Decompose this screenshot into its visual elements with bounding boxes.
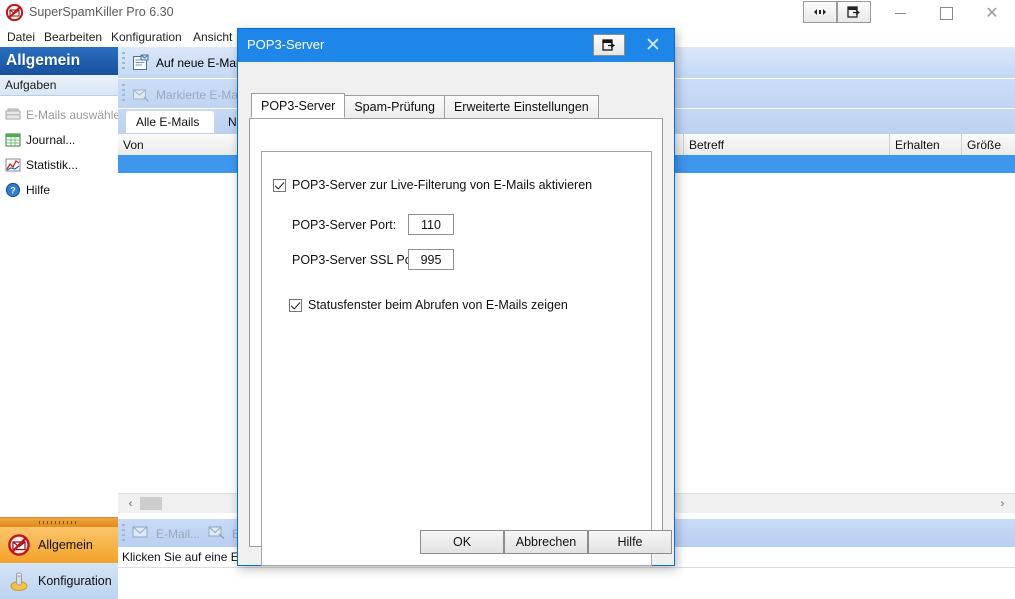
enable-pop3-checkbox[interactable] — [273, 178, 286, 192]
sidebar-nav-allgemein[interactable]: Allgemein — [0, 527, 118, 563]
column-header-groesse[interactable]: Größe — [962, 134, 1015, 155]
help-button[interactable]: Hilfe — [588, 530, 672, 554]
tab-erweiterte-einstellungen[interactable]: Erweiterte Einstellungen — [443, 95, 599, 118]
pop3-port-label: POP3-Server Port: — [292, 217, 397, 232]
dialog-title: POP3-Server — [247, 37, 325, 52]
sidebar-item-label: E-Mails auswähle... — [26, 107, 131, 122]
sidebar-item-label: Statistik... — [26, 157, 79, 172]
toolbar-button-marked-mails[interactable]: Markierte E-Mails — [132, 84, 249, 105]
restore-window-icon[interactable] — [837, 1, 871, 23]
pop3-port-field-row: POP3-Server Port: 110 — [292, 214, 454, 235]
tab-label: Spam-Prüfung — [354, 100, 435, 114]
status-window-checkbox-row[interactable]: Statusfenster beim Abrufen von E-Mails z… — [289, 298, 568, 312]
pop3-ssl-port-field-row: POP3-Server SSL Port: 995 — [292, 249, 454, 270]
column-label: Betreff — [689, 137, 725, 152]
sidebar-header: Allgemein — [0, 47, 118, 75]
close-icon[interactable]: ✕ — [969, 0, 1015, 26]
mail-icon — [132, 525, 150, 543]
pop3-ssl-port-input[interactable]: 995 — [408, 249, 454, 270]
menu-ansicht[interactable]: Ansicht — [190, 29, 235, 45]
statistics-icon — [5, 157, 21, 173]
sidebar-nav-label: Konfiguration — [38, 574, 112, 588]
pop3-ssl-port-label: POP3-Server SSL Port: — [292, 252, 423, 267]
tab-pop3-server[interactable]: POP3-Server — [251, 93, 346, 118]
resize-horizontal-icon[interactable] — [803, 1, 837, 23]
sidebar-item-select-mails[interactable]: E-Mails auswähle... — [0, 102, 130, 127]
help-icon: ? — [5, 182, 21, 198]
toolbar-button-label: Auf neue E-Mails — [156, 55, 248, 70]
chevron-right-icon[interactable]: › — [994, 494, 1011, 513]
enable-pop3-label: POP3-Server zur Live-Filterung von E-Mai… — [292, 178, 593, 192]
dialog-body: POP3-Server Spam-Prüfung Erweiterte Eins… — [238, 62, 674, 566]
pop3-server-dialog: POP3-Server ✕ POP3-Server Spam-Prüfung E… — [237, 28, 675, 566]
pop3-port-input[interactable]: 110 — [408, 214, 454, 235]
scrollbar-thumb[interactable] — [140, 497, 162, 510]
sidebar-item-label: Hilfe — [26, 182, 51, 197]
column-header-erhalten[interactable]: Erhalten — [890, 134, 962, 155]
preview-pane — [118, 567, 1015, 599]
check-new-mail-icon — [132, 54, 150, 72]
dialog-tabstrip: POP3-Server Spam-Prüfung Erweiterte Eins… — [251, 93, 599, 118]
sidebar-subheader: Aufgaben — [0, 75, 118, 96]
application-window: SuperSpamKiller Pro 6.30 ✕ Datei Bearbei… — [0, 0, 1015, 599]
restore-window-icon[interactable] — [593, 34, 625, 56]
journal-icon — [5, 132, 21, 148]
menu-datei[interactable]: Datei — [4, 29, 38, 45]
window-titlebar: SuperSpamKiller Pro 6.30 ✕ — [0, 0, 1015, 27]
svg-text:?: ? — [10, 185, 16, 195]
enable-pop3-checkbox-row[interactable]: POP3-Server zur Live-Filterung von E-Mai… — [273, 178, 592, 192]
toolbar-grip[interactable] — [122, 52, 125, 72]
dialog-titlebar: POP3-Server ✕ — [238, 29, 674, 62]
column-label: Erhalten — [895, 137, 940, 152]
marked-mail-icon — [132, 86, 150, 104]
tab-alle-emails[interactable]: Alle E-Mails — [126, 111, 214, 133]
button-label: Hilfe — [617, 535, 643, 549]
no-mail-icon — [6, 4, 23, 21]
toolbar-button-label: E-Mail... — [156, 526, 201, 541]
sidebar-nav-label: Allgemein — [38, 538, 93, 552]
ok-button[interactable]: OK — [420, 530, 504, 554]
toolbar-grip[interactable] — [122, 84, 125, 104]
cancel-button[interactable]: Abbrechen — [504, 530, 588, 554]
sidebar-task-list: E-Mails auswähle... Journal... Statistik… — [0, 102, 130, 202]
no-mail-icon — [8, 534, 30, 556]
menu-bearbeiten[interactable]: Bearbeiten — [41, 29, 105, 45]
sidebar-item-label: Journal... — [26, 132, 76, 147]
sidebar-item-help[interactable]: ? Hilfe — [0, 177, 118, 202]
select-mails-icon — [5, 107, 21, 123]
status-window-label: Statusfenster beim Abrufen von E-Mails z… — [308, 298, 568, 312]
dialog-tab-page: POP3-Server zur Live-Filterung von E-Mai… — [249, 118, 663, 566]
mail-wand-icon — [208, 525, 226, 543]
column-label: Größe — [967, 137, 1002, 152]
column-header-betreff[interactable]: Betreff — [684, 134, 890, 155]
toolbar-button-check-new-mail[interactable]: Auf neue E-Mails — [132, 52, 247, 73]
toolbar-grip[interactable] — [122, 524, 125, 544]
tab-label: POP3-Server — [261, 98, 336, 113]
sidebar-item-statistics[interactable]: Statistik... — [0, 152, 118, 177]
window-title: SuperSpamKiller Pro 6.30 — [29, 5, 174, 19]
maximize-icon[interactable] — [923, 0, 969, 26]
minimize-icon[interactable] — [877, 0, 923, 26]
sidebar-item-journal[interactable]: Journal... — [0, 127, 118, 152]
close-icon[interactable]: ✕ — [640, 33, 666, 57]
chevron-left-icon[interactable]: ‹ — [122, 494, 139, 513]
tab-label: Alle E-Mails — [136, 115, 200, 129]
column-label: Von — [123, 137, 144, 152]
sidebar-nav-konfiguration[interactable]: Konfiguration — [0, 563, 118, 599]
status-window-checkbox[interactable] — [289, 298, 302, 312]
sidebar-nav: Allgemein Konfiguration — [0, 517, 118, 599]
toolbar-button-label: Markierte E-Mails — [156, 87, 250, 102]
sidebar-splitter-grip[interactable] — [0, 517, 118, 527]
button-label: Abbrechen — [515, 535, 577, 549]
tab-spam-pruefung[interactable]: Spam-Prüfung — [344, 95, 445, 118]
dialog-button-bar: OK Abbrechen Hilfe — [238, 530, 674, 554]
config-gear-icon — [8, 570, 30, 592]
tab-label: Erweiterte Einstellungen — [453, 100, 589, 114]
menu-konfiguration[interactable]: Konfiguration — [108, 29, 185, 45]
sidebar: Allgemein Aufgaben E-Mails auswähle... J… — [0, 47, 130, 599]
button-label: OK — [452, 535, 472, 549]
settings-groupbox: POP3-Server zur Live-Filterung von E-Mai… — [261, 151, 652, 566]
toolbar-button-email[interactable]: E-Mail... — [132, 523, 200, 544]
